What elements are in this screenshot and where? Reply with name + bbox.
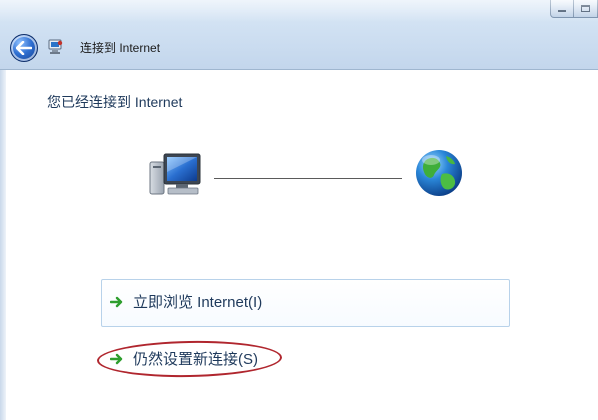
- minimize-button[interactable]: [550, 0, 574, 18]
- minimize-icon: [558, 10, 566, 12]
- window-left-border: [0, 70, 6, 420]
- caption-buttons: [550, 0, 598, 20]
- back-button[interactable]: [10, 34, 38, 62]
- computer-icon: [148, 150, 204, 200]
- title-bar: 连接到 Internet: [0, 0, 598, 70]
- green-arrow-icon: [110, 296, 123, 307]
- connection-line: [214, 178, 402, 179]
- back-arrow-icon: [16, 41, 32, 55]
- internet-globe-icon: [414, 148, 464, 198]
- browse-internet-link[interactable]: 立即浏览 Internet(I): [110, 291, 262, 312]
- window-title: 连接到 Internet: [80, 41, 161, 55]
- page-title: 您已经连接到 Internet: [47, 94, 183, 110]
- highlight-annotation: [96, 339, 283, 379]
- maximize-button[interactable]: [574, 0, 598, 18]
- browse-internet-label: 立即浏览 Internet(I): [133, 294, 263, 311]
- network-wizard-icon: [46, 38, 64, 56]
- maximize-icon: [581, 5, 590, 12]
